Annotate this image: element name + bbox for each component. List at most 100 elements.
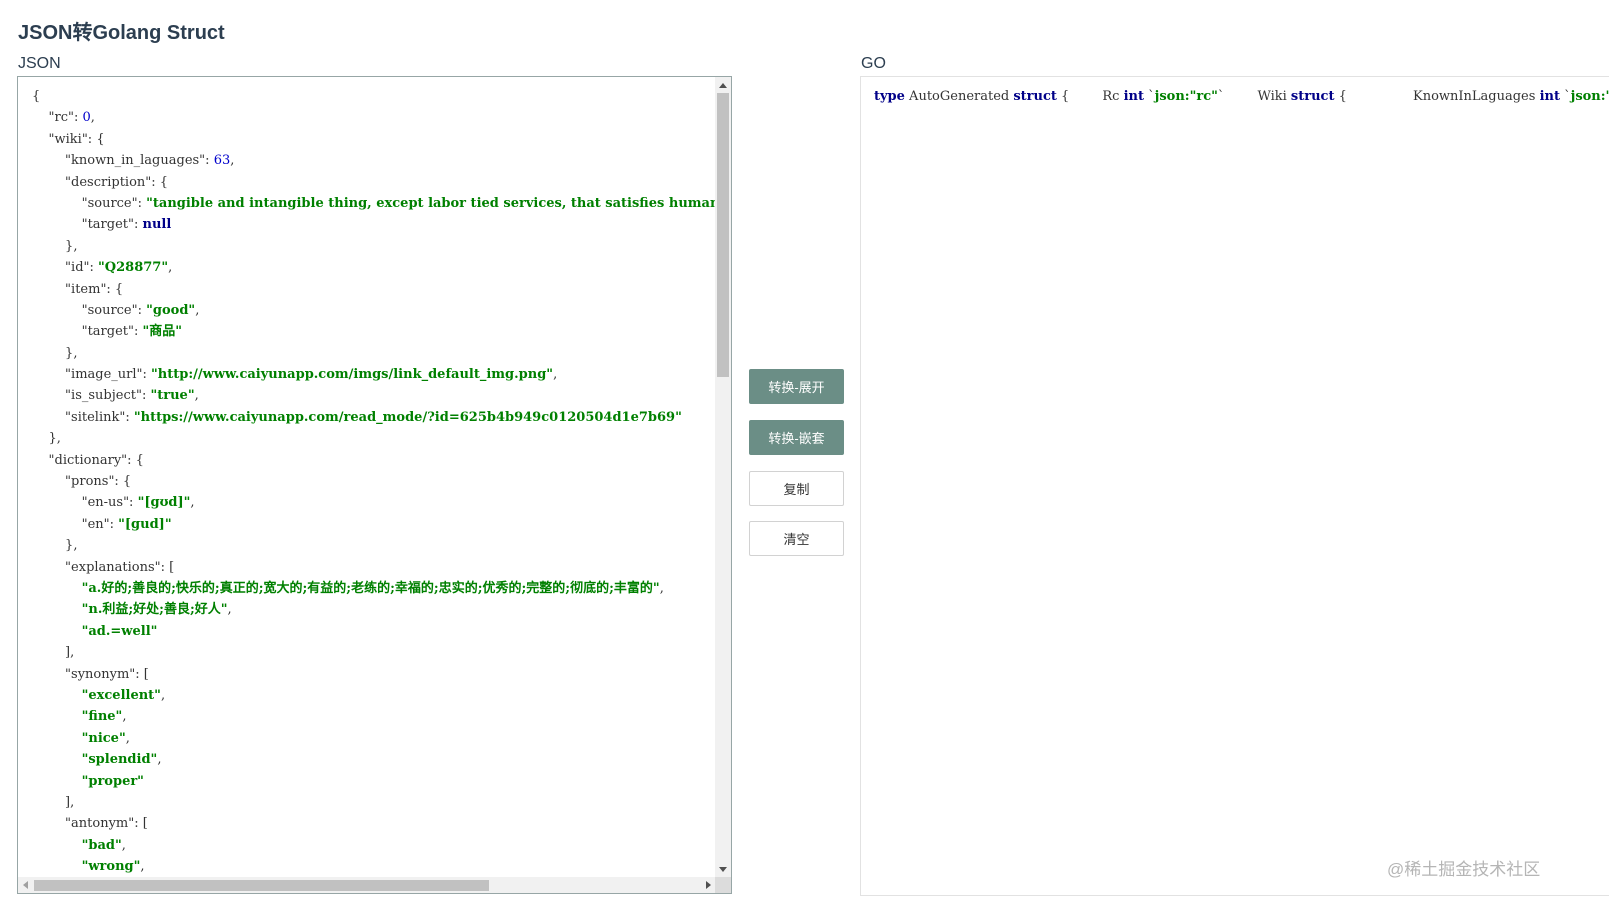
code-token: "en": [32, 516, 119, 532]
json-code-line: }, [32, 535, 716, 556]
code-token: , [168, 260, 173, 276]
code-token: "description": { [32, 174, 169, 190]
code-token: "商品" [142, 324, 183, 340]
code-token: "true" [150, 388, 195, 404]
page-title: JSON转Golang Struct [18, 22, 225, 44]
json-code-line: "bad", [32, 835, 716, 856]
convert-nested-button[interactable]: 转换-嵌套 [749, 420, 844, 455]
code-token: "image_url": [32, 367, 152, 383]
json-code-line: "source": "tangible and intangible thing… [32, 193, 716, 214]
code-token: "a.好的;善良的;快乐的;真正的;宽大的;有益的;老练的;幸福的;忠实的;优秀… [81, 580, 660, 596]
code-token: "en-us": [32, 495, 138, 511]
json-code-area[interactable]: { "rc": 0, "wiki": { "known_in_laguages"… [18, 77, 716, 878]
code-token: KnownInLaguages [1346, 89, 1540, 104]
code-token: , [194, 388, 199, 404]
horizontal-scrollbar[interactable] [18, 877, 716, 893]
copy-button[interactable]: 复制 [749, 471, 844, 506]
code-token: , [230, 153, 235, 169]
code-token: "source": [32, 302, 147, 318]
code-token: "tangible and intangible thing, except l… [146, 195, 716, 211]
code-token: "item": { [32, 281, 124, 297]
go-code-line: Wiki struct { [1224, 89, 1346, 104]
json-code-line: "sitelink": "https://www.caiyunapp.com/r… [32, 407, 716, 428]
code-token: "wrong" [81, 859, 141, 875]
json-editor[interactable]: { "rc": 0, "wiki": { "known_in_laguages"… [17, 76, 732, 894]
code-token: , [227, 602, 232, 618]
json-code-line: { [32, 86, 716, 107]
scrollbar-corner [715, 877, 731, 893]
code-token: { [1056, 89, 1070, 104]
json-code-line: "ad.=well" [32, 621, 716, 642]
scroll-left-arrow-icon[interactable] [23, 881, 28, 889]
code-token: { [1334, 89, 1347, 104]
code-token: , [659, 580, 664, 596]
json-code-line: "explanations": [ [32, 557, 716, 578]
code-token: "dictionary": { [32, 452, 144, 468]
clear-button[interactable]: 清空 [749, 521, 844, 556]
json-code-line: "nice", [32, 728, 716, 749]
code-token: null [142, 217, 172, 233]
json-code-line: "is_subject": "true", [32, 385, 716, 406]
json-code-line: "target": null [32, 214, 716, 235]
code-token: "nice" [81, 730, 126, 746]
json-code[interactable]: { "rc": 0, "wiki": { "known_in_laguages"… [18, 77, 716, 877]
code-token: 63 [213, 153, 231, 169]
code-token: "https://www.caiyunapp.com/read_mode/?id… [133, 409, 682, 425]
code-token: "antonym": [ [32, 816, 148, 832]
code-token: ` [1559, 89, 1571, 104]
code-token: type [874, 89, 905, 104]
code-token: "ad.=well" [81, 623, 158, 639]
code-token: , [90, 110, 95, 126]
code-token: ], [32, 645, 75, 661]
code-token: "Q28877" [98, 260, 169, 276]
scroll-down-arrow-icon[interactable] [719, 867, 727, 872]
code-token: "synonym": [ [32, 666, 149, 682]
vertical-scroll-thumb[interactable] [717, 93, 729, 377]
code-token: }, [32, 538, 78, 554]
watermark: @稀土掘金技术社区 [1387, 860, 1541, 879]
json-code-line: "prons": { [32, 471, 716, 492]
json-code-line: "splendid", [32, 749, 716, 770]
code-token: json:"known_in_laguages" [1570, 89, 1609, 104]
code-token: struct [1013, 89, 1057, 104]
json-code-line: "en-us": "[gʊd]", [32, 492, 716, 513]
code-token: "fine" [81, 709, 123, 725]
json-code-line: "dictionary": { [32, 450, 716, 471]
json-code-line: }, [32, 236, 716, 257]
json-code-line: "description": { [32, 172, 716, 193]
scroll-up-arrow-icon[interactable] [719, 83, 727, 88]
json-code-line: "n.利益;好处;善良;好人", [32, 599, 716, 620]
code-token: , [553, 367, 558, 383]
code-token: , [195, 302, 200, 318]
json-code-line: "wrong", [32, 856, 716, 877]
code-token: ], [32, 794, 75, 810]
code-token: , [121, 837, 126, 853]
code-token: json:"rc" [1154, 89, 1218, 104]
vertical-scrollbar[interactable] [715, 77, 731, 878]
code-token: struct [1290, 89, 1335, 104]
code-token: "proper" [81, 773, 144, 789]
go-output[interactable]: type AutoGenerated struct { Rc int `json… [860, 76, 1609, 896]
code-token: "sitelink": [32, 409, 134, 425]
json-code-line: "en": "[gud]" [32, 514, 716, 535]
json-code-line: "synonym": [ [32, 664, 716, 685]
code-token: "is_subject": [32, 388, 151, 404]
convert-expand-button[interactable]: 转换-展开 [749, 369, 844, 404]
code-token: "prons": { [32, 474, 132, 490]
code-token: "http://www.caiyunapp.com/imgs/link_defa… [151, 367, 554, 383]
code-token: }, [32, 238, 78, 254]
horizontal-scroll-thumb[interactable] [34, 880, 489, 891]
code-token: ` [1143, 89, 1155, 104]
scroll-right-arrow-icon[interactable] [706, 881, 711, 889]
json-code-line: "image_url": "http://www.caiyunapp.com/i… [32, 364, 716, 385]
json-code-line: "excellent", [32, 685, 716, 706]
go-code[interactable]: type AutoGenerated struct { Rc int `json… [861, 77, 1609, 107]
go-code-line: type AutoGenerated struct { [874, 89, 1069, 104]
code-token: "excellent" [81, 687, 161, 703]
code-token: "explanations": [ [32, 559, 175, 575]
json-code-line: }, [32, 428, 716, 449]
